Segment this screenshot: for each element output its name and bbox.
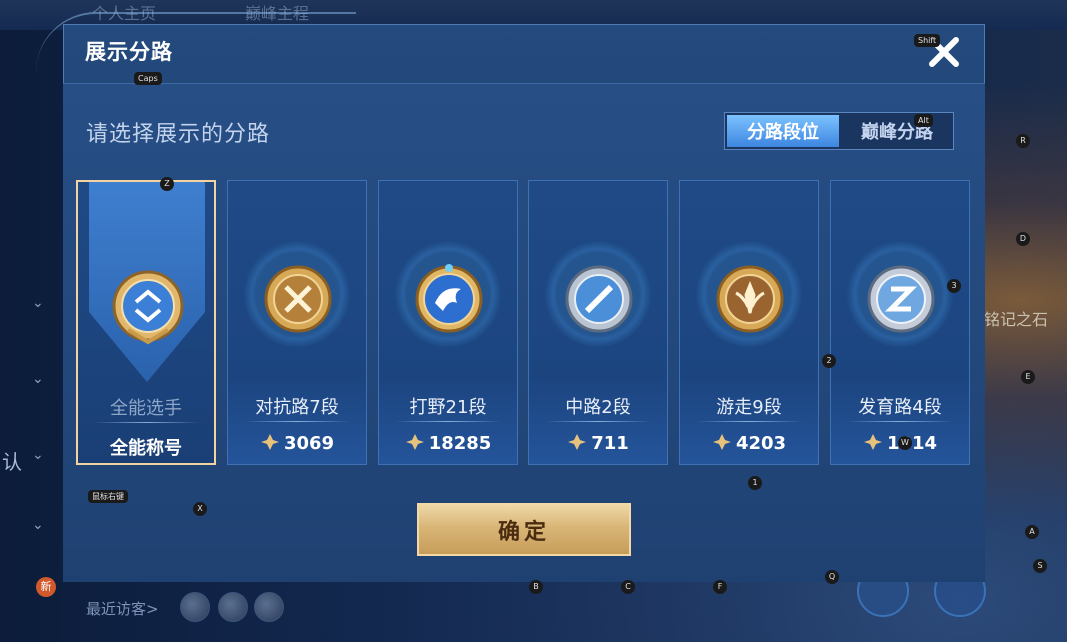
divider — [696, 421, 802, 422]
peak-score-icon — [712, 434, 731, 450]
recent-visitors-link[interactable]: 最近访客> — [86, 598, 159, 619]
key-hint-a: A — [1025, 525, 1039, 539]
score-value: 3069 — [283, 433, 335, 454]
farm-lane-emblem-icon — [867, 265, 935, 333]
lane-card-all-round[interactable]: 全能选手 全能称号 — [76, 180, 216, 465]
lane-card-name: 发育路4段 — [858, 397, 942, 418]
lane-card-farm[interactable]: 发育路4段 1914 — [830, 180, 970, 465]
key-hint-w: W — [898, 436, 912, 450]
peak-score-icon — [568, 434, 587, 450]
lane-card-name: 对抗路7段 — [255, 397, 339, 418]
peak-score-icon — [260, 434, 279, 450]
score-value: 18285 — [428, 433, 492, 454]
lane-card-name: 全能选手 — [110, 398, 182, 419]
divider — [244, 421, 350, 422]
key-hint-2: 2 — [822, 354, 836, 368]
key-hint-q: Q — [825, 570, 839, 584]
lane-card-score: 4203 — [680, 433, 818, 454]
new-badge: 新 — [36, 577, 56, 597]
lane-card-clash[interactable]: 对抗路7段 3069 — [227, 180, 367, 465]
key-hint-e: E — [1021, 370, 1035, 384]
key-hint-f: F — [713, 580, 727, 594]
lane-card-jungle[interactable]: 打野21段 18285 — [378, 180, 518, 465]
lane-card-score: 3069 — [228, 433, 366, 454]
roam-emblem-icon — [716, 265, 784, 333]
jungle-emblem-icon — [415, 264, 483, 333]
chevron-down-icon[interactable]: ⌄ — [32, 448, 46, 462]
divider — [847, 421, 953, 422]
background-right-text: 铭记之石 — [984, 310, 1049, 329]
dialog-subtitle: 请选择展示的分路 — [86, 122, 271, 147]
tab-lane-rank[interactable]: 分路段位 — [727, 115, 839, 147]
key-hint-shift: Shift — [914, 34, 941, 47]
divider — [395, 421, 501, 422]
key-hint-caps: Caps — [134, 72, 162, 85]
lane-card-score: 711 — [529, 433, 667, 454]
divider — [94, 422, 200, 423]
all-round-emblem-icon — [112, 270, 184, 345]
dialog-ornament — [36, 12, 356, 74]
lane-card-score: 18285 — [379, 433, 517, 454]
key-hint-1: 1 — [748, 476, 762, 490]
lane-card-name: 打野21段 — [409, 397, 487, 418]
key-hint-mouse-right: 鼠标右键 — [88, 490, 128, 503]
peak-score-icon — [863, 434, 882, 450]
key-hint-c: C — [621, 580, 635, 594]
clash-lane-emblem-icon — [264, 265, 332, 333]
key-hint-alt: Alt — [914, 114, 933, 127]
peak-score-icon — [405, 434, 424, 450]
score-value: 4203 — [735, 433, 787, 454]
tab-peak-lane[interactable]: 巅峰分路 — [841, 113, 953, 149]
key-hint-x: X — [193, 502, 207, 516]
score-value: 1914 — [886, 433, 938, 454]
visitor-avatar[interactable] — [218, 592, 248, 622]
key-hint-d: D — [1016, 232, 1030, 246]
chevron-down-icon[interactable]: ⌄ — [32, 296, 46, 310]
lane-card-name: 游走9段 — [716, 397, 782, 418]
visitor-avatar[interactable] — [180, 592, 210, 622]
confirm-button[interactable]: 确定 — [417, 503, 631, 556]
key-hint-z: Z — [160, 177, 174, 191]
key-hint-r: R — [1016, 134, 1030, 148]
lane-card-roam[interactable]: 游走9段 4203 — [679, 180, 819, 465]
mid-lane-emblem-icon — [565, 265, 633, 333]
lane-card-subtitle: 全能称号 — [110, 438, 182, 459]
key-hint-3: 3 — [947, 279, 961, 293]
dialog-title: 展示分路 — [85, 40, 173, 64]
divider — [545, 421, 651, 422]
background-left-text: 认 — [2, 450, 22, 474]
lane-card-mid[interactable]: 中路2段 711 — [528, 180, 668, 465]
chevron-down-icon[interactable]: ⌄ — [32, 372, 46, 386]
key-hint-b: B — [529, 580, 543, 594]
visitor-avatar[interactable] — [254, 592, 284, 622]
key-hint-s: S — [1033, 559, 1047, 573]
score-value: 711 — [591, 433, 629, 454]
chevron-down-icon[interactable]: ⌄ — [32, 518, 46, 532]
lane-card-name: 中路2段 — [565, 397, 631, 418]
